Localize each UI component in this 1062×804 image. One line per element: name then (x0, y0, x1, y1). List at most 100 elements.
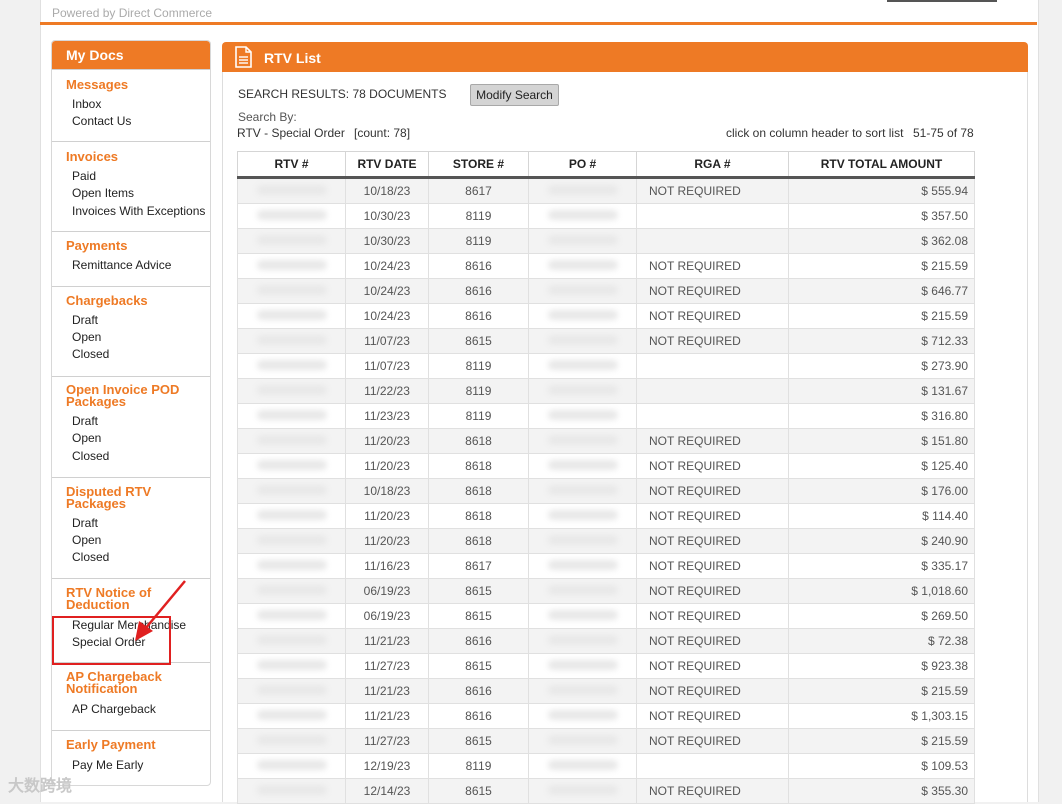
sidebar-section-title: Early Payment (66, 737, 156, 752)
col-header-rga-number[interactable]: RGA # (636, 151, 789, 179)
table-row[interactable]: 11/27/23 8615 NOT REQUIRED $ 923.38 (237, 653, 975, 679)
table-row[interactable]: 11/20/23 8618 NOT REQUIRED $ 125.40 (237, 453, 975, 479)
table-row[interactable]: 11/21/23 8616 NOT REQUIRED $ 1,303.15 (237, 703, 975, 729)
sidebar-item[interactable]: Draft (72, 313, 98, 327)
cell-po-number (528, 303, 637, 329)
red-arrow-icon (135, 580, 186, 641)
cell-rga-number: NOT REQUIRED (636, 303, 789, 329)
modify-search-button[interactable]: Modify Search (470, 84, 559, 106)
table-row[interactable]: 11/20/23 8618 NOT REQUIRED $ 114.40 (237, 503, 975, 529)
cell-store-number: 8616 (428, 303, 529, 329)
sidebar-item[interactable]: Invoices With Exceptions (72, 204, 205, 218)
sidebar-item[interactable]: Remittance Advice (72, 258, 171, 272)
table-row[interactable]: 10/24/23 8616 NOT REQUIRED $ 646.77 (237, 278, 975, 304)
table-row[interactable]: 10/30/23 8119 $ 362.08 (237, 228, 975, 254)
cell-rtv-number[interactable] (237, 628, 346, 654)
cell-po-number (528, 503, 637, 529)
sidebar-item[interactable]: Closed (72, 347, 109, 361)
cell-store-number: 8615 (428, 328, 529, 354)
sidebar-section-title: Packages (66, 496, 126, 511)
table-row[interactable]: 06/19/23 8615 NOT REQUIRED $ 269.50 (237, 603, 975, 629)
cell-rtv-number[interactable] (237, 728, 346, 754)
cell-rtv-number[interactable] (237, 303, 346, 329)
redacted-value (256, 285, 327, 295)
cell-rtv-number[interactable] (237, 177, 346, 204)
redacted-value (256, 685, 327, 695)
sidebar-item[interactable]: Paid (72, 169, 96, 183)
cell-store-number: 8616 (428, 703, 529, 729)
sidebar-item[interactable]: Open (72, 431, 101, 445)
cell-rtv-number[interactable] (237, 528, 346, 554)
sidebar-item[interactable]: Open (72, 533, 101, 547)
table-row[interactable]: 11/27/23 8615 NOT REQUIRED $ 215.59 (237, 728, 975, 754)
cell-rga-number: NOT REQUIRED (636, 453, 789, 479)
sidebar-section: Early Payment Pay Me Early (52, 730, 210, 785)
redacted-value (547, 635, 618, 645)
redacted-value (256, 510, 327, 520)
cell-rga-number: NOT REQUIRED (636, 528, 789, 554)
sidebar-item[interactable]: Pay Me Early (72, 758, 143, 772)
table-row[interactable]: 10/24/23 8616 NOT REQUIRED $ 215.59 (237, 303, 975, 329)
col-header-po-number[interactable]: PO # (528, 151, 637, 179)
sidebar-item[interactable]: Draft (72, 516, 98, 530)
sidebar-item[interactable]: Open Items (72, 186, 134, 200)
col-header-rtv-total-amount[interactable]: RTV TOTAL AMOUNT (788, 151, 975, 179)
cell-rtv-number[interactable] (237, 228, 346, 254)
cell-rtv-number[interactable] (237, 278, 346, 304)
sidebar-item[interactable]: Contact Us (72, 114, 131, 128)
cell-rga-number: NOT REQUIRED (636, 177, 789, 204)
sidebar-item[interactable]: Draft (72, 414, 98, 428)
cell-rtv-number[interactable] (237, 253, 346, 279)
table-row[interactable]: 06/19/23 8615 NOT REQUIRED $ 1,018.60 (237, 578, 975, 604)
cell-store-number: 8616 (428, 678, 529, 704)
cell-rtv-number[interactable] (237, 378, 346, 404)
table-row[interactable]: 11/21/23 8616 NOT REQUIRED $ 72.38 (237, 628, 975, 654)
cell-rtv-number[interactable] (237, 203, 346, 229)
table-row[interactable]: 11/22/23 8119 $ 131.67 (237, 378, 975, 404)
table-row[interactable]: 11/07/23 8615 NOT REQUIRED $ 712.33 (237, 328, 975, 354)
cell-rtv-number[interactable] (237, 353, 346, 379)
table-row[interactable]: 11/23/23 8119 $ 316.80 (237, 403, 975, 429)
col-header-rtv-date[interactable]: RTV DATE (345, 151, 429, 179)
redacted-value (547, 485, 618, 495)
sidebar-my-docs: My Docs Messages Inbox Contact Us Invoices P… (51, 40, 211, 786)
cell-store-number: 8615 (428, 603, 529, 629)
table-row[interactable]: 12/19/23 8119 $ 109.53 (237, 753, 975, 779)
cell-rtv-number[interactable] (237, 703, 346, 729)
sidebar-item[interactable]: Inbox (72, 97, 101, 111)
cell-rtv-number[interactable] (237, 503, 346, 529)
table-row[interactable]: 11/20/23 8618 NOT REQUIRED $ 151.80 (237, 428, 975, 454)
cell-rtv-number[interactable] (237, 778, 346, 804)
cell-rtv-total-amount: $ 125.40 (788, 453, 975, 479)
cell-rtv-number[interactable] (237, 403, 346, 429)
col-header-rtv-number[interactable]: RTV # (237, 151, 346, 179)
cell-rtv-number[interactable] (237, 453, 346, 479)
cell-rtv-number[interactable] (237, 753, 346, 779)
sidebar-item[interactable]: Closed (72, 550, 109, 564)
table-row[interactable]: 10/18/23 8618 NOT REQUIRED $ 176.00 (237, 478, 975, 504)
table-row[interactable]: 11/21/23 8616 NOT REQUIRED $ 215.59 (237, 678, 975, 704)
col-header-store-number[interactable]: STORE # (428, 151, 529, 179)
cell-rtv-number[interactable] (237, 678, 346, 704)
table-row[interactable]: 11/16/23 8617 NOT REQUIRED $ 335.17 (237, 553, 975, 579)
table-row[interactable]: 11/20/23 8618 NOT REQUIRED $ 240.90 (237, 528, 975, 554)
sidebar-item[interactable]: Closed (72, 449, 109, 463)
cell-rtv-number[interactable] (237, 653, 346, 679)
table-row[interactable]: 12/14/23 8615 NOT REQUIRED $ 355.30 (237, 778, 975, 804)
table-row[interactable]: 11/07/23 8119 $ 273.90 (237, 353, 975, 379)
redacted-value (256, 660, 327, 670)
redacted-value (547, 360, 618, 370)
cell-rtv-number[interactable] (237, 478, 346, 504)
cell-rtv-number[interactable] (237, 428, 346, 454)
cell-rtv-number[interactable] (237, 578, 346, 604)
cell-rtv-number[interactable] (237, 603, 346, 629)
cell-rtv-number[interactable] (237, 553, 346, 579)
table-row[interactable]: 10/30/23 8119 $ 357.50 (237, 203, 975, 229)
table-row[interactable]: 10/24/23 8616 NOT REQUIRED $ 215.59 (237, 253, 975, 279)
redacted-value (547, 210, 618, 220)
cell-rtv-number[interactable] (237, 328, 346, 354)
sidebar-item[interactable]: Open (72, 330, 101, 344)
table-row[interactable]: 10/18/23 8617 NOT REQUIRED $ 555.94 (237, 177, 975, 204)
sidebar-item[interactable]: AP Chargeback (72, 702, 156, 716)
cell-rga-number: NOT REQUIRED (636, 478, 789, 504)
